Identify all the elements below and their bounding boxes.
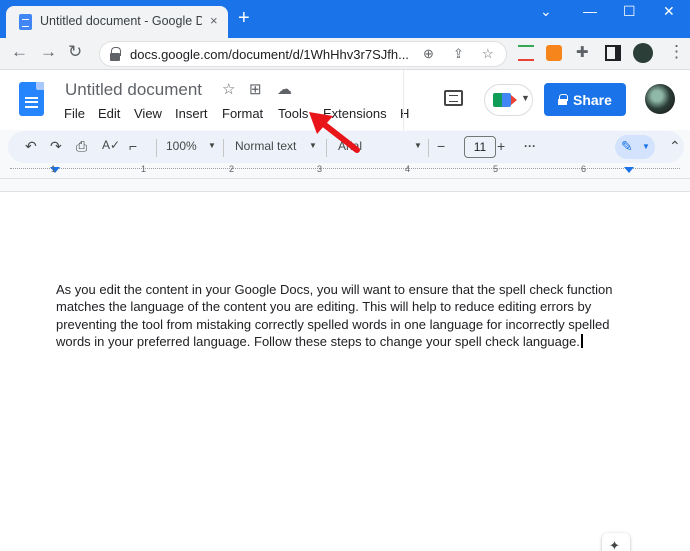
cloud-status-icon[interactable]: ☁	[277, 80, 292, 98]
puzzle-extensions-icon[interactable]: ✚	[576, 43, 592, 61]
browser-tab[interactable]: Untitled document - Google Doc ×	[6, 6, 228, 38]
ruler-number: 2	[229, 164, 235, 174]
ruler-number: 1	[141, 164, 147, 174]
pencil-icon: ✎	[621, 138, 633, 154]
ruler: 1 1 2 3 4 5 6	[0, 163, 690, 179]
paragraph-style-select[interactable]: Normal text	[235, 139, 296, 153]
bookmark-star-icon[interactable]: ☆	[482, 46, 494, 62]
document-body[interactable]: As you edit the content in your Google D…	[56, 281, 616, 351]
increase-font-size-button[interactable]: +	[497, 138, 505, 154]
docs-favicon-icon	[19, 14, 32, 30]
menu-format[interactable]: Format	[222, 106, 263, 121]
menu-help[interactable]: H	[400, 106, 409, 121]
paint-format-icon[interactable]: ⌐	[129, 138, 137, 154]
header-divider	[403, 70, 404, 130]
toolbar-divider	[156, 139, 157, 157]
star-icon[interactable]: ☆	[222, 80, 235, 98]
chevron-down-icon: ▼	[208, 141, 216, 150]
undo-icon[interactable]: ↶	[25, 138, 37, 155]
ruler-number: 5	[493, 164, 499, 174]
zoom-icon[interactable]: ⊕	[423, 46, 434, 62]
toolbar-divider	[223, 139, 224, 157]
ruler-number: 4	[405, 164, 411, 174]
lock-icon	[558, 94, 568, 105]
browser-toolbar: ← → ↻ docs.google.com/document/d/1WhHhv3…	[0, 38, 690, 70]
print-icon[interactable]: ⎙	[76, 138, 87, 155]
lock-icon	[110, 47, 121, 61]
right-indent-marker[interactable]	[624, 167, 634, 173]
annotation-arrow-icon	[309, 112, 360, 153]
zoom-select[interactable]: 100%	[166, 139, 197, 153]
body-paragraph[interactable]: As you edit the content in your Google D…	[56, 282, 612, 349]
menu-edit[interactable]: Edit	[98, 106, 120, 121]
share-label: Share	[573, 92, 612, 108]
meet-camera-icon	[493, 93, 517, 107]
explore-button[interactable]	[602, 533, 630, 551]
chevron-down-icon: ▼	[414, 141, 422, 150]
docs-logo-icon[interactable]	[19, 82, 44, 116]
document-canvas: As you edit the content in your Google D…	[0, 180, 690, 551]
collapse-menu-icon[interactable]: ⌃	[669, 138, 681, 155]
close-window-button[interactable]: ✕	[663, 3, 675, 20]
editing-mode-button[interactable]: ✎ ▼	[615, 135, 655, 159]
back-arrow-icon[interactable]: ←	[11, 42, 28, 62]
font-size-input[interactable]: 11	[464, 136, 496, 158]
toolbar-divider	[428, 139, 429, 157]
menu-tools[interactable]: Tools	[278, 106, 308, 121]
ruler-number: 6	[581, 164, 587, 174]
decrease-font-size-button[interactable]: −	[437, 138, 445, 154]
tab-close-icon[interactable]: ×	[210, 13, 218, 28]
text-cursor	[580, 334, 583, 349]
tab-search-icon[interactable]: ⌄	[540, 3, 552, 20]
ruler-track	[10, 168, 680, 174]
menu-view[interactable]: View	[134, 106, 162, 121]
meet-button[interactable]: ▼	[484, 84, 533, 116]
redo-icon[interactable]: ↷	[50, 138, 62, 155]
account-avatar[interactable]	[645, 84, 675, 114]
browser-menu-icon[interactable]: ⋮	[668, 42, 685, 62]
document-title[interactable]: Untitled document	[65, 80, 202, 100]
share-button[interactable]: Share	[544, 83, 626, 116]
side-panel-icon[interactable]	[605, 45, 621, 61]
chevron-down-icon: ▼	[521, 93, 530, 103]
extension-icon[interactable]	[518, 45, 534, 61]
tab-title: Untitled document - Google Doc	[40, 14, 202, 28]
ruler-number: 3	[317, 164, 323, 174]
spellcheck-icon[interactable]: A✓	[102, 138, 120, 152]
profile-avatar[interactable]	[633, 43, 653, 63]
more-options-button[interactable]: ···	[524, 139, 536, 153]
comment-history-icon[interactable]	[444, 90, 463, 106]
address-bar[interactable]: docs.google.com/document/d/1WhHhv3r7SJfh…	[99, 41, 507, 67]
ruler-number: 1	[51, 164, 57, 174]
move-folder-icon[interactable]: ⊞	[249, 80, 262, 98]
menu-file[interactable]: File	[64, 106, 85, 121]
chevron-down-icon: ▼	[642, 142, 650, 151]
maximize-button[interactable]: ☐	[623, 3, 636, 20]
forward-arrow-icon[interactable]: →	[40, 42, 57, 62]
browser-tab-strip: Untitled document - Google Doc × + ⌄ — ☐…	[0, 0, 690, 38]
new-tab-button[interactable]: +	[238, 8, 250, 28]
reload-icon[interactable]: ↻	[68, 42, 82, 62]
metamask-fox-icon[interactable]	[546, 45, 562, 61]
document-page[interactable]: As you edit the content in your Google D…	[0, 191, 690, 551]
url-text[interactable]: docs.google.com/document/d/1WhHhv3r7SJfh…	[130, 47, 420, 62]
minimize-button[interactable]: —	[583, 3, 597, 19]
menu-insert[interactable]: Insert	[175, 106, 208, 121]
share-page-icon[interactable]: ⇪	[453, 46, 464, 62]
